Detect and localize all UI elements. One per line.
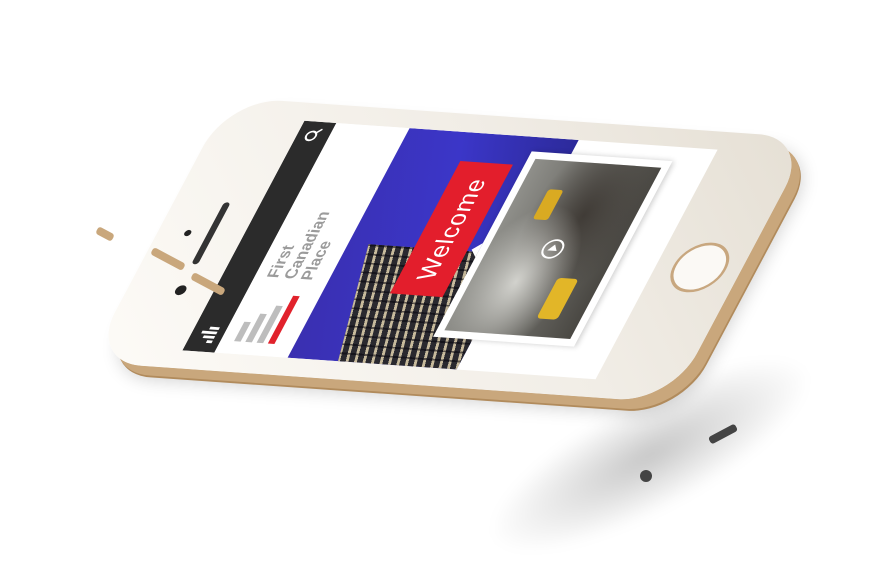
phone-device: First Canadian Place Welcome [88,97,812,403]
home-button[interactable] [660,240,740,295]
earpiece-speaker [191,202,231,265]
mockup-stage: First Canadian Place Welcome [0,0,877,588]
front-camera [172,285,189,296]
search-icon[interactable] [302,130,320,142]
taxi-image [532,189,564,221]
taxi-image [536,277,579,320]
phone-wrapper: First Canadian Place Welcome [0,0,877,569]
headphone-jack [640,470,652,482]
play-icon[interactable] [537,238,569,260]
proximity-sensor [182,229,193,237]
phone-screen: First Canadian Place Welcome [182,120,718,380]
menu-bars-icon[interactable] [195,324,221,344]
